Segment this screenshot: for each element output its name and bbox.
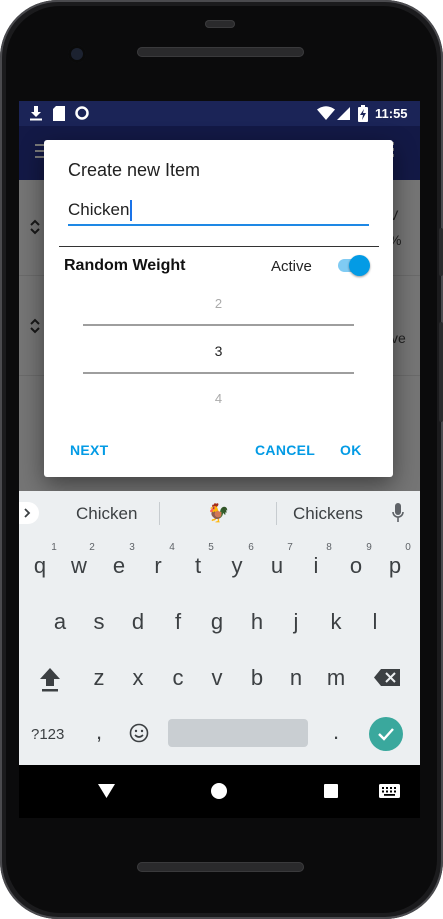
cancel-button[interactable]: CANCEL	[255, 442, 315, 458]
key-t[interactable]: t	[182, 553, 214, 579]
key-g[interactable]: g	[201, 609, 233, 635]
key-hint: 6	[248, 542, 254, 553]
suggestion-chicken[interactable]: Chicken	[76, 504, 137, 524]
space-bar[interactable]	[168, 719, 308, 747]
key-u[interactable]: u	[261, 553, 293, 579]
key-z[interactable]: z	[83, 665, 115, 691]
period-key[interactable]: .	[320, 719, 352, 745]
expand-suggestions-icon[interactable]	[19, 502, 39, 524]
key-hint: 3	[129, 542, 135, 553]
key-c[interactable]: c	[162, 665, 194, 691]
keyboard-switch-icon[interactable]	[379, 784, 400, 798]
key-k[interactable]: k	[320, 609, 352, 635]
sd-card-icon	[53, 106, 65, 121]
next-button[interactable]: NEXT	[70, 442, 109, 458]
picker-selection-line-top	[83, 324, 354, 326]
suggestion-divider	[159, 502, 160, 525]
volume-button	[439, 322, 443, 422]
key-s[interactable]: s	[83, 609, 115, 635]
item-name-input[interactable]: Chicken	[68, 200, 129, 220]
key-r[interactable]: r	[142, 553, 174, 579]
key-f[interactable]: f	[162, 609, 194, 635]
key-h[interactable]: h	[241, 609, 273, 635]
dialog-title: Create new Item	[68, 160, 201, 180]
bottom-speaker	[137, 862, 304, 872]
key-o[interactable]: o	[340, 553, 372, 579]
active-label: Active	[271, 258, 312, 275]
front-camera	[68, 45, 86, 63]
input-underline	[68, 224, 369, 226]
key-hint: 1	[51, 542, 57, 553]
suggestion-divider	[276, 502, 277, 525]
key-j[interactable]: j	[280, 609, 312, 635]
key-hint: 7	[287, 542, 293, 553]
text-cursor	[130, 200, 132, 221]
picker-selection-line-bottom	[83, 372, 354, 374]
key-w[interactable]: w	[63, 553, 95, 579]
symbols-key[interactable]: ?123	[31, 726, 64, 743]
key-n[interactable]: n	[280, 665, 312, 691]
earpiece-slot	[205, 20, 235, 28]
key-a[interactable]: a	[44, 609, 76, 635]
dialog-divider	[59, 246, 379, 247]
ok-button[interactable]: OK	[340, 442, 362, 458]
home-icon[interactable]	[211, 783, 227, 799]
checkmark-icon	[378, 728, 394, 741]
back-icon[interactable]	[98, 784, 115, 798]
navigation-bar	[19, 765, 420, 818]
key-hint: 4	[169, 542, 175, 553]
circle-icon	[75, 106, 89, 120]
key-m[interactable]: m	[320, 665, 352, 691]
top-speaker	[137, 47, 304, 57]
cellular-signal-icon	[337, 107, 350, 120]
key-d[interactable]: d	[122, 609, 154, 635]
enter-button[interactable]	[369, 717, 403, 751]
key-x[interactable]: x	[122, 665, 154, 691]
key-hint: 2	[89, 542, 95, 553]
wifi-icon	[317, 106, 335, 120]
create-item-dialog: Create new Item Chicken Random Weight Ac…	[44, 140, 393, 477]
key-l[interactable]: l	[359, 609, 391, 635]
microphone-icon[interactable]	[392, 503, 404, 523]
key-hint: 9	[366, 542, 372, 553]
key-y[interactable]: y	[221, 553, 253, 579]
picker-value-below[interactable]: 4	[44, 391, 393, 406]
backspace-icon[interactable]	[374, 669, 400, 686]
status-time: 11:55	[375, 106, 408, 121]
key-v[interactable]: v	[201, 665, 233, 691]
emoji-icon[interactable]	[129, 723, 149, 743]
status-bar: 11:55	[19, 101, 420, 126]
key-i[interactable]: i	[300, 553, 332, 579]
key-hint: 0	[405, 542, 411, 553]
picker-value-above[interactable]: 2	[44, 296, 393, 311]
download-icon	[30, 106, 42, 121]
comma-key[interactable]: ,	[83, 719, 115, 745]
random-weight-label: Random Weight	[64, 257, 186, 274]
suggestion-strip: Chicken 🐓 Chickens	[19, 491, 420, 535]
suggestion-chickens[interactable]: Chickens	[293, 504, 363, 524]
shift-icon[interactable]	[38, 666, 62, 692]
soft-keyboard: Chicken 🐓 Chickens 1 2 3 4 5 6 7 8 9 0 q…	[19, 491, 420, 765]
picker-value-selected[interactable]: 3	[44, 343, 393, 359]
key-b[interactable]: b	[241, 665, 273, 691]
key-p[interactable]: p	[379, 553, 411, 579]
key-q[interactable]: q	[24, 553, 56, 579]
suggestion-emoji[interactable]: 🐓	[207, 503, 229, 524]
key-hint: 5	[208, 542, 214, 553]
battery-charging-icon	[358, 105, 368, 122]
key-hint: 8	[326, 542, 332, 553]
screen: 11:55 V % ve Create new Item Chicken Ran…	[19, 101, 420, 818]
key-e[interactable]: e	[103, 553, 135, 579]
active-toggle-thumb[interactable]	[349, 255, 370, 276]
power-button	[439, 228, 443, 276]
recents-icon[interactable]	[324, 784, 338, 798]
